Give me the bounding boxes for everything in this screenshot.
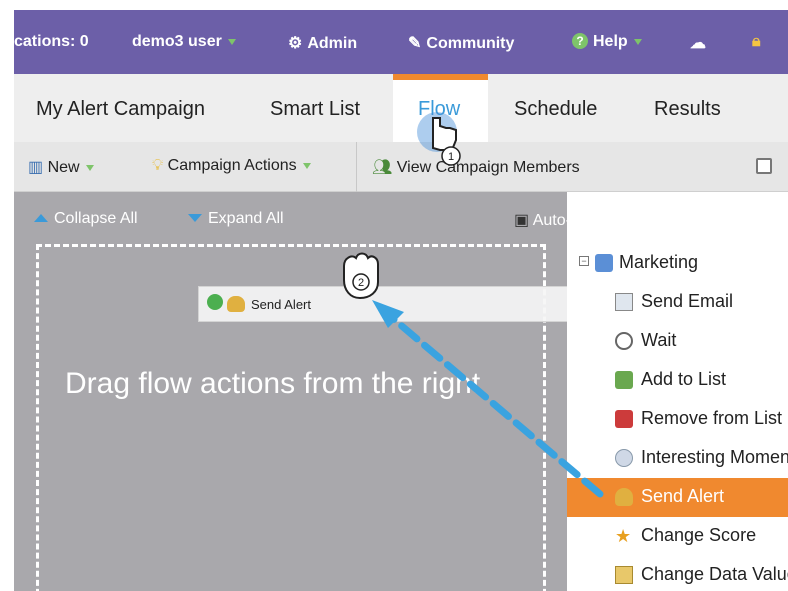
help-label: Help bbox=[593, 33, 628, 50]
community-label: Community bbox=[426, 35, 515, 52]
speech-bubble-icon bbox=[615, 449, 633, 467]
palette-item-add-to-list[interactable]: Add to List bbox=[567, 361, 788, 400]
admin-label: Admin bbox=[307, 35, 358, 52]
palette-item-label: Change Score bbox=[641, 525, 757, 545]
lightbulb-icon: 💡︎ bbox=[152, 157, 164, 174]
palette-item-change-score[interactable]: ★ Change Score bbox=[567, 517, 788, 556]
notifications-button[interactable]: ☁ bbox=[690, 33, 706, 53]
campaign-actions-label: Campaign Actions bbox=[167, 157, 297, 174]
palette-item-send-email[interactable]: Send Email bbox=[567, 283, 788, 322]
tab-smart-list[interactable]: Smart List bbox=[270, 98, 360, 121]
help-icon: ? bbox=[572, 33, 588, 49]
palette-item-interesting-moment[interactable]: Interesting Moment bbox=[567, 439, 788, 478]
drop-hint: Drag flow actions from the right bbox=[65, 367, 481, 400]
tab-flow[interactable]: Flow bbox=[393, 74, 488, 142]
palette-item-remove-from-list[interactable]: Remove from List bbox=[567, 400, 788, 439]
notifications-count[interactable]: cations: 0 bbox=[14, 33, 89, 51]
data-value-icon bbox=[615, 566, 633, 584]
tab-flow-label: Flow bbox=[418, 98, 461, 120]
collapse-icon bbox=[34, 214, 48, 222]
palette-item-label: Wait bbox=[641, 330, 677, 350]
members-icon: 👥︎ bbox=[372, 159, 393, 176]
window-icon[interactable] bbox=[756, 158, 772, 174]
lock-icon: 🔒︎ bbox=[752, 33, 761, 50]
cloud-icon: ☁ bbox=[690, 35, 706, 52]
notifications-label: cations: 0 bbox=[14, 33, 89, 50]
tab-campaign-name[interactable]: My Alert Campaign bbox=[36, 98, 205, 121]
email-icon bbox=[615, 293, 633, 311]
chevron-down-icon bbox=[227, 38, 236, 45]
tab-results[interactable]: Results bbox=[654, 98, 721, 121]
new-icon: ▥ bbox=[28, 159, 44, 176]
palette-item-label: Send Email bbox=[641, 291, 734, 311]
collapse-all-label: Collapse All bbox=[54, 210, 138, 227]
community-icon: ✎ bbox=[408, 35, 422, 52]
palette-item-label: Change Data Value bbox=[641, 564, 788, 584]
autosave-label: Auto-Save: no changes bbox=[532, 212, 700, 229]
palette-item-label: Interesting Moment bbox=[641, 447, 788, 467]
dragged-item-label: Send Alert bbox=[251, 297, 311, 312]
bell-icon bbox=[615, 488, 633, 506]
flow-actions-palette: − Marketing Send Email Wait Add to List … bbox=[567, 244, 788, 591]
collapse-all-button[interactable]: Collapse All bbox=[34, 210, 138, 228]
tab-schedule[interactable]: Schedule bbox=[514, 98, 597, 121]
campaign-actions-button[interactable]: 💡︎ Campaign Actions bbox=[152, 157, 311, 175]
community-link[interactable]: ✎ Community bbox=[408, 33, 514, 53]
collapse-tree-icon[interactable]: − bbox=[579, 256, 589, 266]
autosave-status: ▣ Auto-Save: no changes bbox=[514, 210, 699, 230]
palette-item-wait[interactable]: Wait bbox=[567, 322, 788, 361]
view-members-label: View Campaign Members bbox=[396, 159, 580, 176]
checkmark-icon bbox=[207, 294, 223, 310]
flow-toolbar: ▥ New 💡︎ Campaign Actions 👥︎ View Campai… bbox=[14, 142, 788, 192]
palette-item-send-alert[interactable]: Send Alert bbox=[567, 478, 788, 517]
chevron-down-icon bbox=[85, 164, 94, 171]
canvas-header: Collapse All Expand All ▣ Auto-Save: no … bbox=[14, 192, 699, 244]
flow-canvas[interactable]: Collapse All Expand All ▣ Auto-Save: no … bbox=[14, 192, 699, 591]
campaign-tab-bar: My Alert Campaign Smart List Flow Schedu… bbox=[14, 74, 788, 142]
admin-link[interactable]: ⚙ Admin bbox=[288, 33, 357, 53]
new-label: New bbox=[47, 159, 80, 176]
dragged-flow-action[interactable]: Send Alert bbox=[198, 286, 592, 322]
bell-icon bbox=[227, 296, 245, 312]
palette-item-label: Remove from List bbox=[641, 408, 783, 428]
clock-icon bbox=[615, 332, 633, 350]
gear-icon: ⚙ bbox=[288, 35, 303, 52]
view-members-button[interactable]: 👥︎ View Campaign Members bbox=[372, 157, 580, 177]
palette-item-label: Send Alert bbox=[641, 486, 725, 506]
remove-list-icon bbox=[615, 410, 633, 428]
add-list-icon bbox=[615, 371, 633, 389]
palette-item-change-data-value[interactable]: Change Data Value bbox=[567, 556, 788, 591]
expand-icon bbox=[188, 214, 202, 222]
folder-icon bbox=[595, 254, 613, 272]
expand-all-label: Expand All bbox=[208, 210, 284, 227]
star-icon: ★ bbox=[615, 526, 632, 546]
palette-item-label: Add to List bbox=[641, 369, 727, 389]
palette-group-marketing[interactable]: − Marketing bbox=[567, 244, 788, 283]
user-name: demo3 user bbox=[132, 33, 222, 50]
palette-group-label: Marketing bbox=[619, 252, 699, 272]
save-icon: ▣ bbox=[514, 212, 530, 229]
chevron-down-icon bbox=[302, 162, 311, 169]
expand-all-button[interactable]: Expand All bbox=[188, 210, 284, 228]
top-nav-bar: cations: 0 demo3 user ⚙ Admin ✎ Community … bbox=[14, 10, 788, 74]
help-menu[interactable]: ? Help bbox=[572, 33, 642, 51]
lock-button[interactable]: 🔒︎ bbox=[752, 33, 761, 51]
toolbar-divider bbox=[356, 142, 357, 192]
chevron-down-icon bbox=[633, 38, 642, 45]
new-button[interactable]: ▥ New bbox=[28, 157, 94, 177]
user-menu[interactable]: demo3 user bbox=[132, 33, 236, 51]
